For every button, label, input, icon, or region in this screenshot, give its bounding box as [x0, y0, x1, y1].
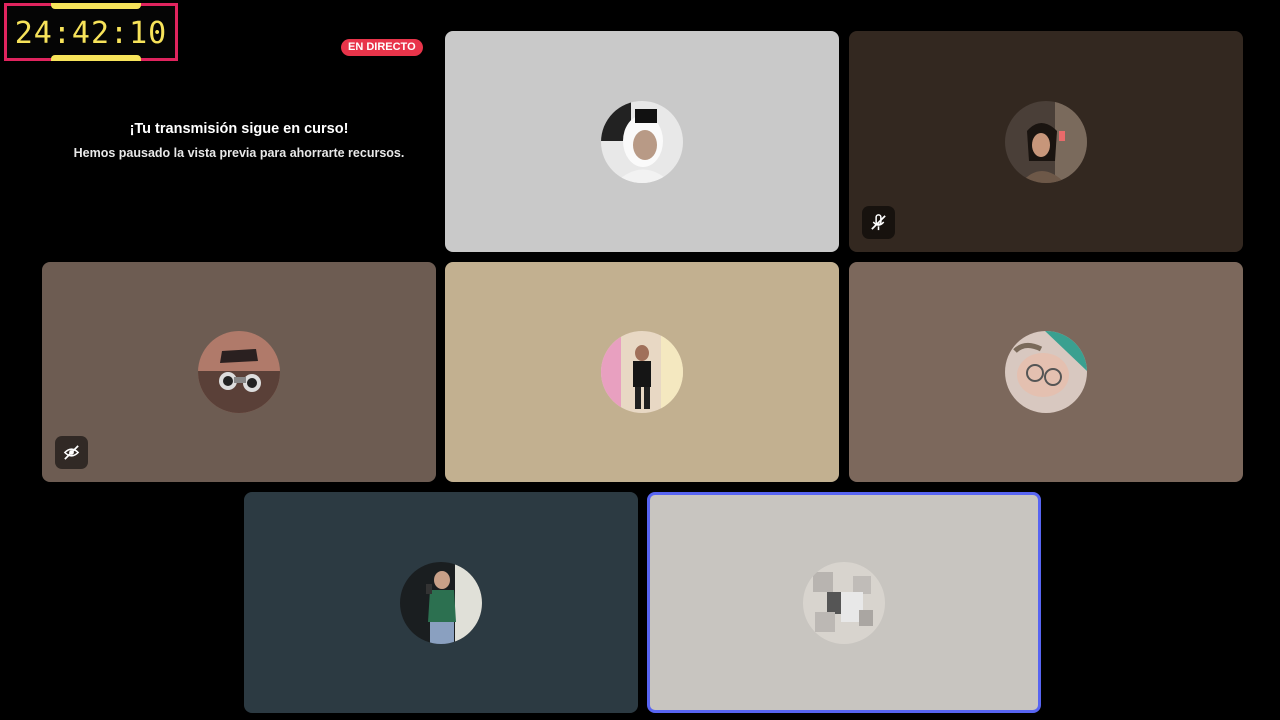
- stream-timer: 24:42:10: [4, 3, 178, 61]
- participant-tile[interactable]: [849, 262, 1243, 482]
- participant-tile[interactable]: [445, 262, 839, 482]
- video-off-icon: [55, 436, 88, 469]
- live-badge: EN DIRECTO: [341, 39, 423, 56]
- timer-accent-bottom: [51, 55, 141, 61]
- participant-avatar: [803, 561, 885, 644]
- participant-tile[interactable]: [42, 262, 436, 482]
- participant-avatar: [400, 561, 482, 644]
- participant-avatar: [198, 331, 280, 413]
- participant-avatar: [1005, 331, 1087, 413]
- participant-avatar: [1005, 100, 1087, 183]
- muted-mic-icon: [862, 206, 895, 239]
- timer-accent-top: [51, 3, 141, 9]
- participant-avatar: [601, 100, 683, 183]
- participant-tile-speaking[interactable]: [647, 492, 1041, 713]
- stream-notice-title: ¡Tu transmisión sigue en curso!: [129, 121, 349, 137]
- participant-tile[interactable]: [445, 31, 839, 252]
- stream-preview-paused-notice: ¡Tu transmisión sigue en curso! Hemos pa…: [41, 120, 437, 161]
- stream-notice-subtitle: Hemos pausado la vista previa para ahorr…: [73, 146, 405, 160]
- participant-tile[interactable]: [849, 31, 1243, 252]
- participant-avatar: [601, 331, 683, 413]
- timer-digits: 24:42:10: [14, 16, 168, 51]
- participant-tile[interactable]: [244, 492, 638, 713]
